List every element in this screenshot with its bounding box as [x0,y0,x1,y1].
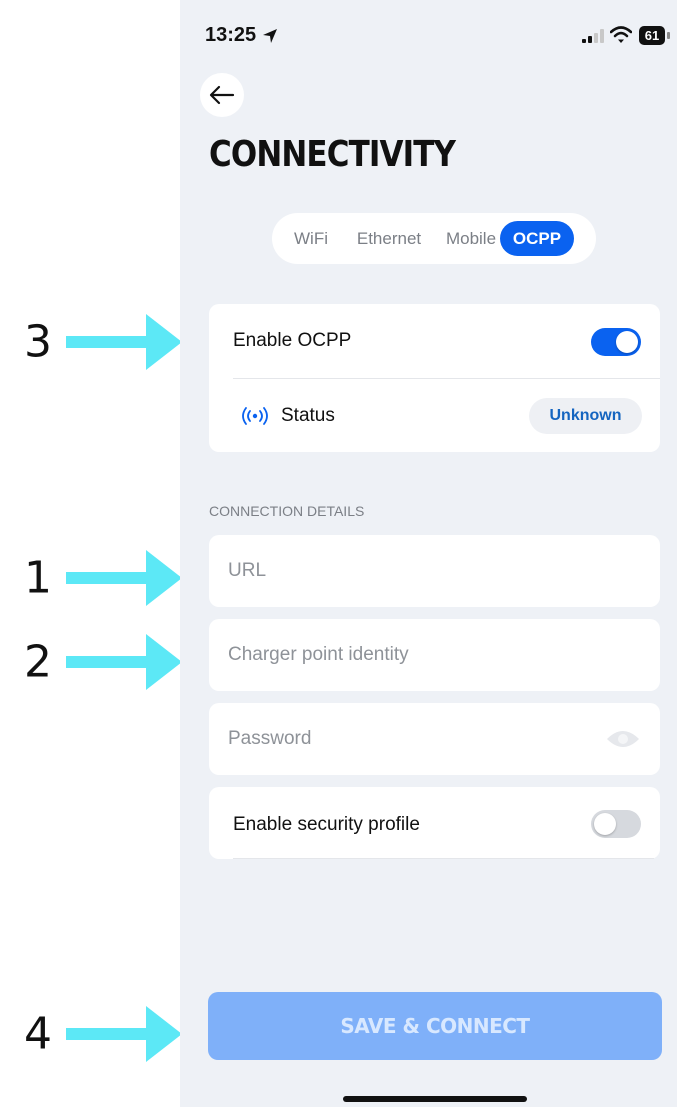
ocpp-settings-card: Enable OCPP Status Unknown [209,304,660,452]
annotation-4: 4 [0,1004,182,1064]
home-indicator [343,1096,527,1102]
page-title: CONNECTIVITY [209,134,456,175]
arrow-right-icon [66,550,182,606]
divider [233,378,660,379]
tab-ethernet[interactable]: Ethernet [346,221,432,256]
annotation-1: 1 [0,548,182,608]
password-placeholder: Password [228,728,312,749]
back-button[interactable] [200,73,244,117]
status-badge: Unknown [529,398,642,434]
enable-ocpp-label: Enable OCPP [233,330,352,351]
annotation-number: 4 [24,1008,52,1060]
tab-ocpp[interactable]: OCPP [500,221,574,256]
annotation-3: 3 [0,312,182,372]
arrow-right-icon [66,1006,182,1062]
broadcast-icon [242,407,268,425]
tab-bar: WiFi Ethernet Mobile OCPP [272,213,596,264]
location-arrow-icon [263,29,277,43]
wifi-icon [610,26,632,43]
annotation-number: 1 [24,552,52,604]
annotation-number: 2 [24,636,52,688]
status-bar: 13:25 61 [180,0,677,60]
url-field[interactable]: URL [209,535,660,607]
status-time: 13:25 [205,24,257,46]
arrow-right-icon [66,634,182,690]
annotation-2: 2 [0,632,182,692]
security-profile-label: Enable security profile [233,814,420,835]
enable-ocpp-toggle[interactable] [591,328,641,356]
save-connect-button[interactable]: SAVE & CONNECT [208,992,662,1060]
tab-wifi[interactable]: WiFi [282,221,340,256]
signal-icon [582,29,604,43]
battery-icon: 61 [639,26,671,45]
arrow-right-icon [66,314,182,370]
charger-identity-placeholder: Charger point identity [228,644,409,665]
tab-mobile[interactable]: Mobile [438,221,504,256]
url-placeholder: URL [228,560,267,581]
phone-screen: 13:25 61 CONNECTIVITY WiFi Ethernet Mobi… [180,0,677,1107]
divider [233,858,654,859]
security-profile-row: Enable security profile [209,787,660,859]
status-label: Status [281,405,335,426]
security-profile-toggle[interactable] [591,810,641,838]
password-field[interactable]: Password [209,703,660,775]
section-label-connection-details: CONNECTION DETAILS [209,503,365,519]
charger-identity-field[interactable]: Charger point identity [209,619,660,691]
eye-icon[interactable] [606,729,640,749]
battery-level: 61 [639,26,665,45]
annotation-number: 3 [24,316,52,368]
arrow-left-icon [209,85,235,105]
